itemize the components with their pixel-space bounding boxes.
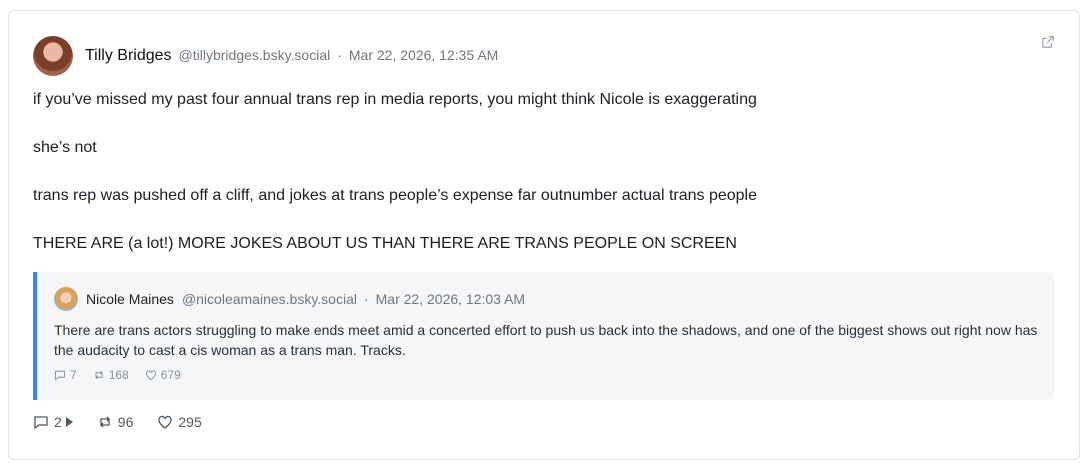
quoted-post-header: Nicole Maines @nicoleamaines.bsky.social… [54, 287, 525, 311]
repost-icon [99, 416, 110, 428]
separator-dot: · [363, 291, 369, 307]
expand-replies-icon[interactable] [65, 417, 73, 427]
post-timestamp[interactable]: Mar 22, 2026, 12:35 AM [349, 47, 498, 63]
quoted-like-stat: 679 [145, 368, 181, 382]
external-link-icon[interactable] [1041, 35, 1055, 49]
reply-button[interactable]: 2 [33, 414, 73, 430]
quoted-reply-stat: 7 [54, 368, 77, 382]
post-paragraph: THERE ARE (a lot!) MORE JOKES ABOUT US T… [33, 235, 737, 252]
reply-icon [34, 416, 48, 430]
repost-icon [94, 370, 103, 380]
quoted-author-handle[interactable]: @nicoleamaines.bsky.social [182, 291, 357, 307]
author-display-name[interactable]: Tilly Bridges [85, 47, 172, 65]
quoted-author-display-name[interactable]: Nicole Maines [86, 291, 174, 307]
post-card: Tilly Bridges @tillybridges.bsky.social … [8, 10, 1080, 460]
heart-icon [145, 370, 156, 381]
reply-icon [55, 370, 65, 381]
post-paragraph: if you’ve missed my past four annual tra… [33, 91, 757, 108]
avatar[interactable] [33, 36, 73, 76]
quoted-reply-count: 7 [70, 368, 77, 382]
author-handle[interactable]: @tillybridges.bsky.social [179, 47, 331, 63]
post-header: Tilly Bridges @tillybridges.bsky.social … [33, 35, 498, 77]
post-paragraph: trans rep was pushed off a cliff, and jo… [33, 187, 758, 204]
post-actions: 2 96 295 [33, 414, 226, 430]
quoted-post-stats: 7 168 679 [54, 368, 197, 382]
author-line: Tilly Bridges @tillybridges.bsky.social … [85, 47, 498, 65]
separator-dot: · [337, 47, 342, 63]
quoted-repost-stat: 168 [93, 368, 129, 382]
quoted-like-count: 679 [160, 368, 181, 382]
heart-icon [158, 415, 173, 429]
quoted-repost-count: 168 [108, 368, 129, 382]
quoted-post-timestamp[interactable]: Mar 22, 2026, 12:03 AM [376, 291, 525, 307]
post-paragraph: she’s not [33, 139, 97, 156]
repost-button[interactable]: 96 [97, 414, 134, 430]
like-button[interactable]: 295 [157, 414, 202, 430]
quoted-post[interactable]: Nicole Maines @nicoleamaines.bsky.social… [33, 272, 1055, 400]
repost-count: 96 [117, 414, 134, 430]
reply-count: 2 [54, 414, 62, 430]
quoted-post-text: There are trans actors struggling to mak… [54, 322, 1038, 358]
quoted-avatar[interactable] [54, 287, 78, 311]
like-count: 295 [178, 414, 202, 430]
post-body: if you’ve missed my past four annual tra… [33, 89, 1053, 281]
